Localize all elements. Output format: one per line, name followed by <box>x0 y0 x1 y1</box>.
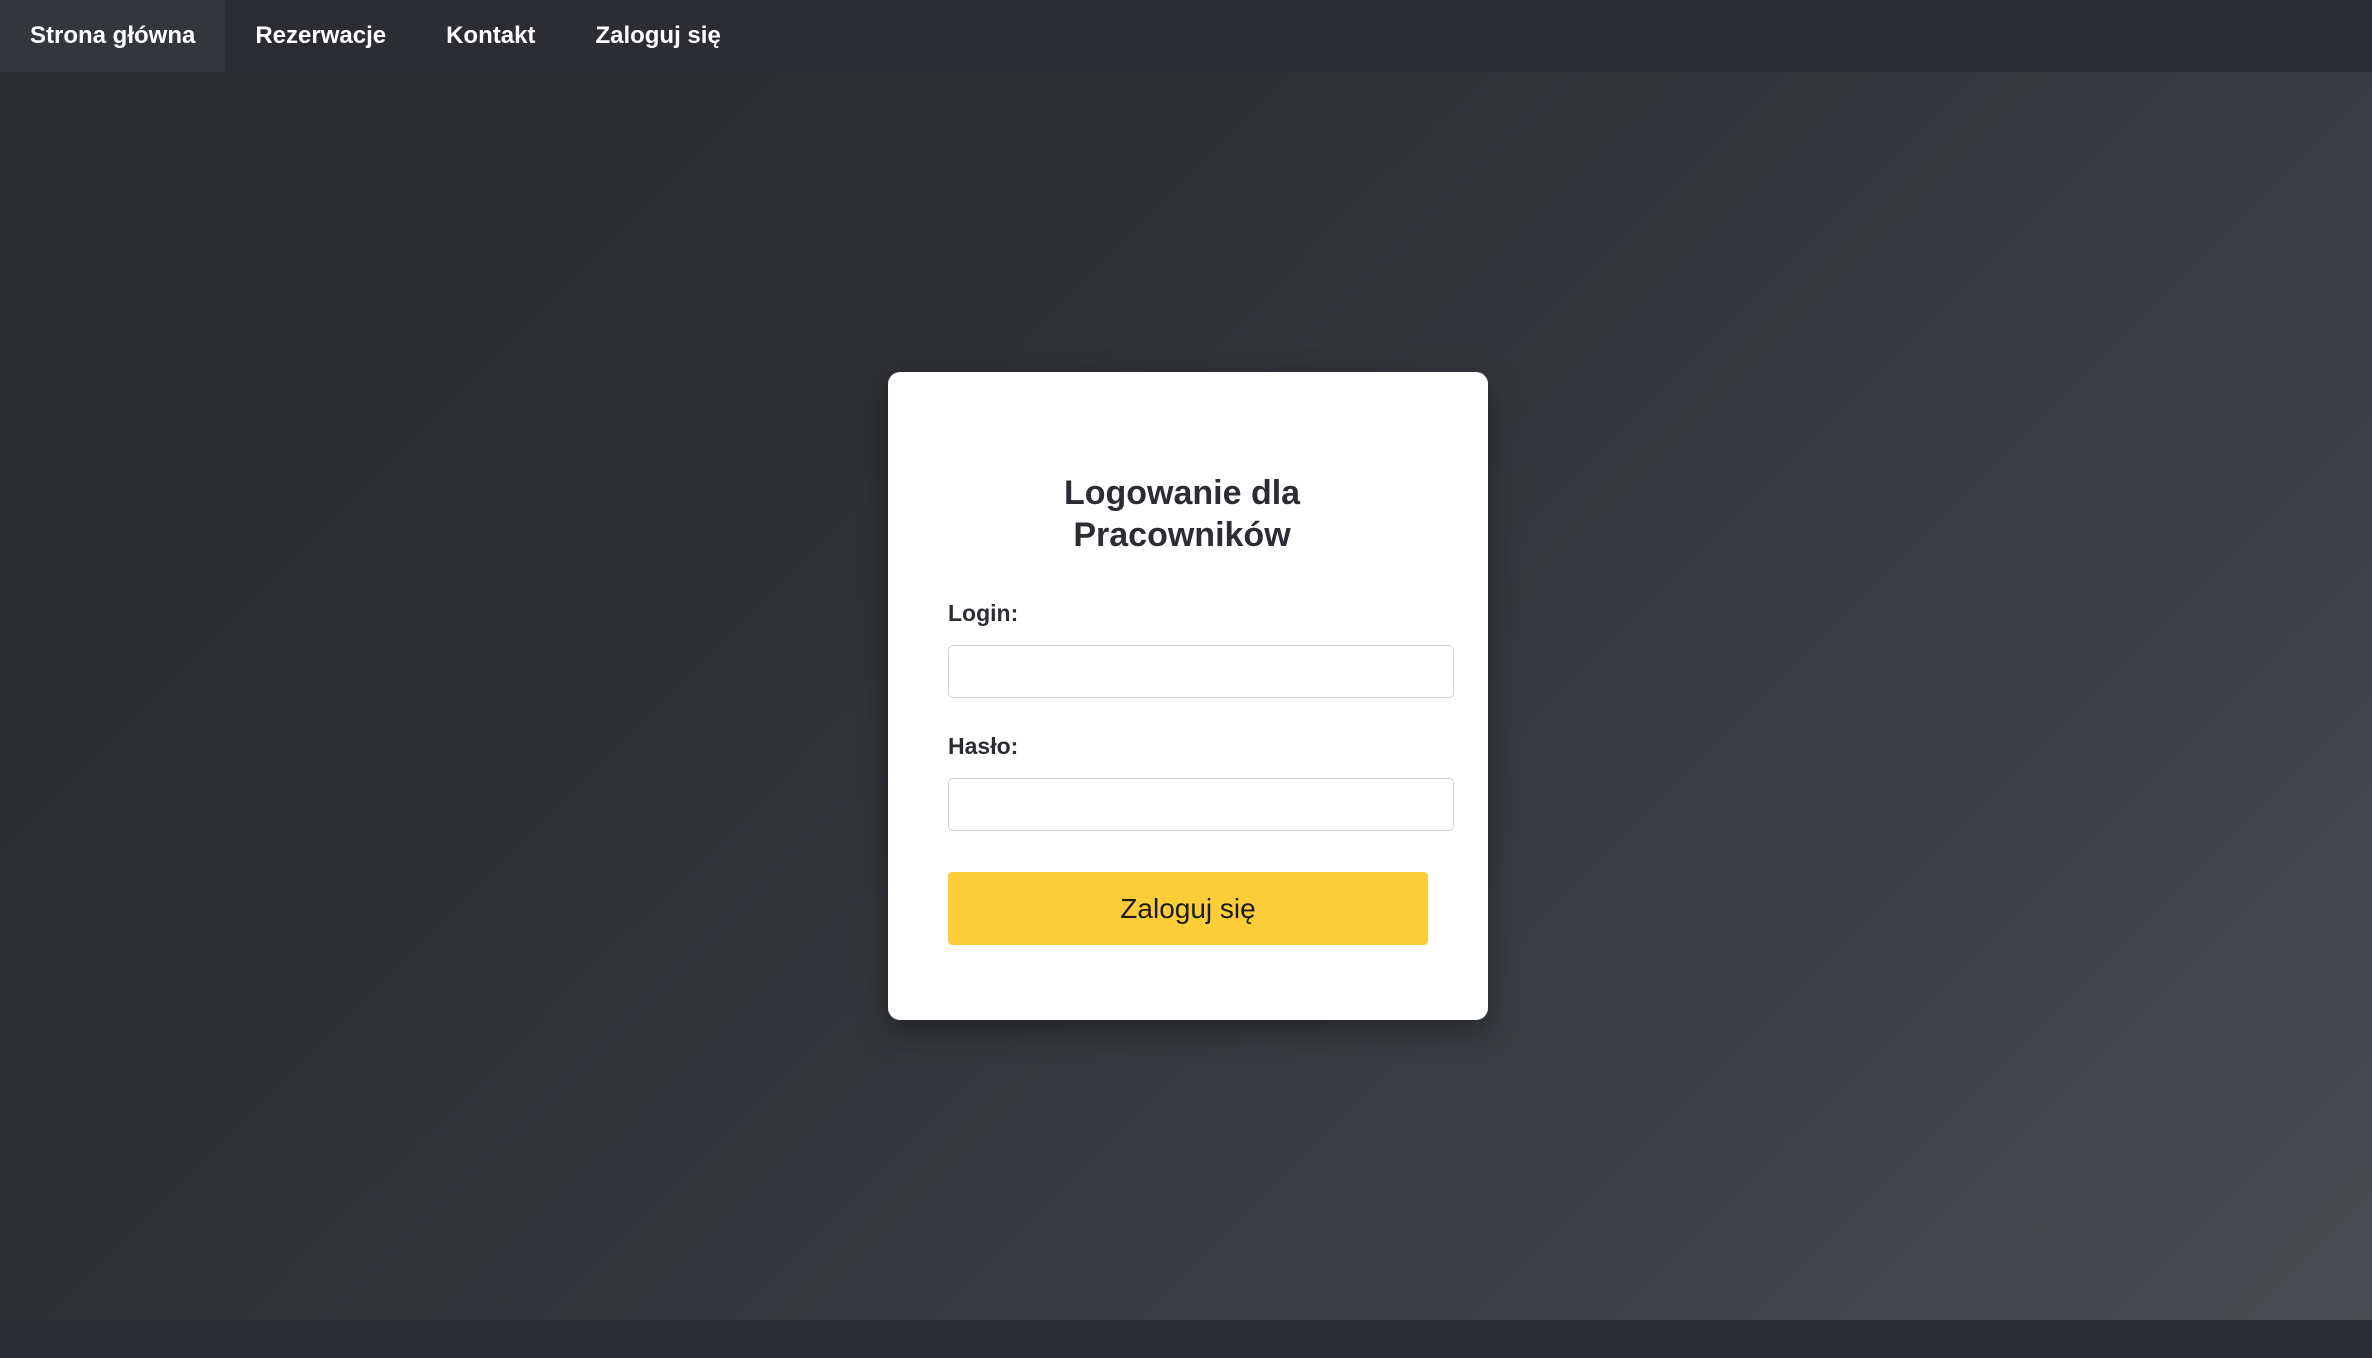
nav-item-login[interactable]: Zaloguj się <box>565 0 750 72</box>
login-input[interactable] <box>948 645 1454 698</box>
password-label: Hasło: <box>948 733 1019 759</box>
login-card: Logowanie dla Pracowników Login: Hasło: … <box>888 372 1488 1020</box>
login-title-line2: Pracowników <box>1073 516 1291 554</box>
login-label: Login: <box>948 600 1019 626</box>
login-title-line1: Logowanie dla <box>1063 474 1301 512</box>
footer-bar <box>0 1320 2372 1358</box>
login-title: Logowanie dla Pracowników <box>948 472 1416 556</box>
nav-item-home[interactable]: Strona główna <box>0 0 226 72</box>
nav-item-contact[interactable]: Kontakt <box>416 0 565 72</box>
login-submit-button[interactable]: Zaloguj się <box>948 872 1428 945</box>
nav-item-reservations[interactable]: Rezerwacje <box>225 0 416 72</box>
top-navbar: Strona główna Rezerwacje Kontakt Zaloguj… <box>0 0 2372 72</box>
password-input[interactable] <box>948 778 1454 831</box>
